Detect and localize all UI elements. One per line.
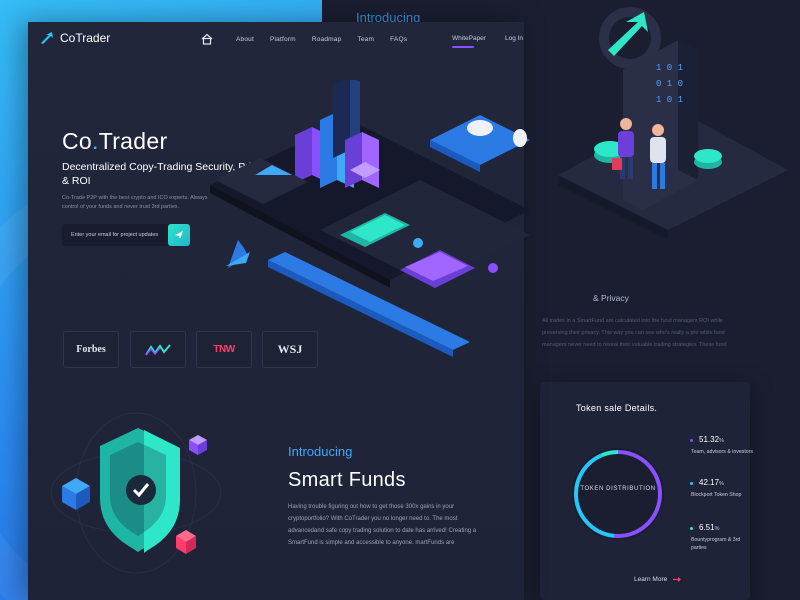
legend-label: Bountyprogram & 3rd parties — [691, 537, 741, 551]
legend-value: 51.32 — [699, 435, 720, 444]
token-distribution-donut — [572, 448, 664, 540]
legend-dot — [690, 482, 693, 485]
press-logo-wave[interactable] — [130, 331, 186, 368]
nav-roadmap[interactable]: Roadmap — [312, 36, 342, 43]
hero-title-part-a: Co — [62, 128, 93, 154]
nav-whitepaper[interactable]: WhitePaper — [452, 35, 486, 48]
security-shield-illustration — [50, 412, 222, 574]
wsj-wordmark: WSJ — [277, 342, 303, 356]
cube-pink-icon — [176, 530, 196, 554]
hero-description: Co-Trade P2P with the best crypto and IC… — [62, 195, 208, 210]
forbes-wordmark: Forbes — [76, 344, 106, 355]
home-icon[interactable] — [200, 32, 214, 46]
token-sale-title: Token sale Details. — [576, 403, 658, 413]
legend-label: Blockport Token Shop — [691, 492, 742, 498]
smart-funds-description: Having trouble figuring out how to get t… — [288, 504, 477, 546]
legend-unit: % — [719, 438, 724, 444]
nav-login[interactable]: Log In — [505, 35, 523, 42]
learn-more-link[interactable]: Learn More — [634, 576, 682, 583]
legend-dot — [690, 527, 693, 530]
arrow-right-icon — [673, 577, 682, 582]
token-sale-card: Token sale Details. TOKEN DISTRIBUTION 5… — [540, 382, 753, 600]
brand-name: CoTrader — [60, 31, 111, 45]
hero-title-dot: . — [92, 128, 99, 154]
cube-blue-icon — [62, 478, 90, 510]
email-signup — [62, 224, 190, 246]
nav-platform[interactable]: Platform — [270, 36, 296, 43]
arrow-logo-icon — [41, 32, 53, 44]
privacy-heading: & Privacy — [593, 293, 629, 303]
arrow-logo-icon — [599, 7, 661, 69]
arrow-down-left-icon — [226, 240, 250, 268]
hero-title: Co.Trader — [62, 128, 167, 155]
active-underline — [452, 46, 474, 48]
smart-funds-title: Smart Funds — [288, 469, 406, 491]
nav-faqs[interactable]: FAQs — [390, 36, 407, 43]
nav-right: WhitePaper Log In — [452, 35, 523, 48]
press-logo-tnw[interactable]: TNW — [196, 331, 252, 368]
learn-more-label: Learn More — [634, 576, 668, 583]
wave-logo-icon — [145, 343, 171, 356]
press-logo-forbes[interactable]: Forbes — [63, 331, 119, 368]
donut-center-label: TOKEN DISTRIBUTION — [580, 486, 656, 492]
svg-text:1 0 1: 1 0 1 — [656, 63, 683, 73]
nav-team[interactable]: Team — [357, 36, 374, 43]
main-nav: About Platform Roadmap Team FAQs — [200, 32, 423, 46]
svg-text:0 1 0: 0 1 0 — [656, 79, 683, 89]
send-button[interactable] — [168, 224, 190, 246]
smart-funds-intro: Introducing — [288, 444, 353, 459]
legend-unit: % — [719, 481, 724, 487]
send-icon — [175, 231, 183, 239]
legend-label: Team, advisors & investors — [691, 449, 753, 455]
legend-value: 6.51 — [699, 523, 715, 532]
privacy-description: All trades in a SmartFund are calculated… — [542, 318, 727, 348]
svg-text:1 0 1: 1 0 1 — [656, 95, 683, 105]
legend-value: 42.17 — [699, 478, 720, 487]
nav-about[interactable]: About — [236, 36, 254, 43]
brand-logo[interactable]: CoTrader — [40, 31, 110, 45]
cube-purple-icon — [189, 435, 207, 455]
legend-dot — [690, 439, 693, 442]
email-input[interactable] — [62, 232, 162, 238]
dashboard-illustration — [210, 80, 530, 357]
nav-whitepaper-label: WhitePaper — [452, 35, 486, 42]
team-illustration: 1 0 1 0 1 0 1 0 1 — [558, 7, 788, 240]
legend-unit: % — [714, 526, 720, 532]
hero-title-part-b: Trader — [98, 128, 168, 154]
tnw-wordmark: TNW — [213, 344, 235, 355]
press-logo-wsj[interactable]: WSJ — [262, 331, 318, 368]
